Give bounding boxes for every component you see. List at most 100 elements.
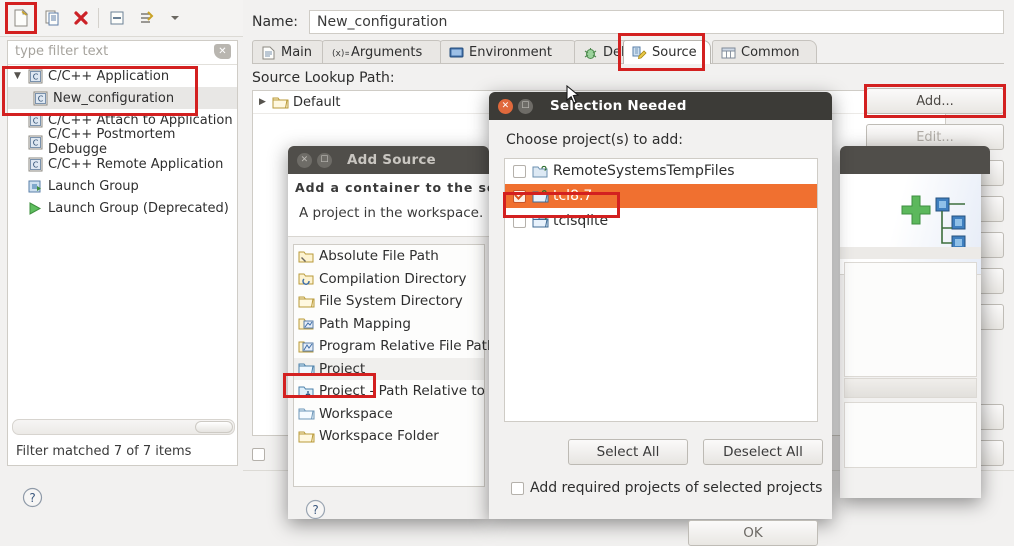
project-checkbox[interactable]: [513, 189, 526, 203]
tree-item-launch-group[interactable]: Launch Group: [8, 175, 237, 197]
tab-arguments[interactable]: (x)= Arguments: [322, 40, 445, 64]
arguments-tab-icon: (x)=: [331, 46, 352, 60]
svg-text:C: C: [38, 94, 44, 103]
chevron-down-icon[interactable]: ▼: [14, 71, 27, 81]
view-menu-icon[interactable]: [162, 5, 188, 31]
project-item-remotesystemstempfiles[interactable]: RemoteSystemsTempFiles: [505, 159, 817, 183]
configuration-tabs: Main (x)= Arguments Environment Debugger…: [252, 39, 1004, 64]
search-input[interactable]: type filter text: [15, 44, 108, 59]
workspace-folder-icon: [298, 429, 315, 444]
add-required-projects-checkbox[interactable]: [511, 481, 524, 495]
scrollbar-thumb[interactable]: [195, 421, 233, 433]
project-open-icon: [532, 189, 549, 204]
list-item-absolute-file-path[interactable]: Absolute File Path: [294, 245, 484, 268]
add-button[interactable]: Add...: [866, 88, 1004, 114]
tab-environment[interactable]: Environment: [440, 40, 579, 64]
project-open-icon: [532, 214, 549, 229]
collapse-all-icon[interactable]: [104, 5, 130, 31]
filter-row[interactable]: type filter text ✕: [8, 41, 237, 65]
new-launch-configuration-icon[interactable]: [8, 5, 34, 31]
project-path-relative-icon: [298, 384, 315, 399]
duplicate-icon[interactable]: [40, 5, 66, 31]
launch-group-icon: [27, 179, 44, 194]
list-item-workspace[interactable]: Workspace: [294, 403, 484, 426]
list-item-program-relative-file-path[interactable]: Program Relative File Path: [294, 335, 496, 358]
project-list: RemoteSystemsTempFiles tcl8.7 tclsqlite: [504, 158, 818, 422]
source-tab-icon: [632, 46, 647, 60]
project-item-tcl87[interactable]: tcl8.7: [505, 184, 817, 208]
program-relative-file-path-icon: [298, 339, 315, 354]
lookup-item-label: Default: [293, 94, 341, 110]
delete-icon[interactable]: [68, 5, 94, 31]
source-option-checkbox[interactable]: [252, 447, 265, 461]
tab-common[interactable]: Common: [712, 40, 817, 64]
list-item-label: Compilation Directory: [319, 270, 467, 287]
launch-configuration-panel: type filter text ✕ ▼ C C/C++ Application…: [0, 0, 243, 519]
tree-item-c-postmortem[interactable]: C C/C++ Postmortem Debugge: [8, 127, 237, 157]
tree-item-new-configuration[interactable]: C New_configuration: [8, 87, 237, 109]
deselect-all-button[interactable]: Deselect All: [703, 439, 823, 465]
list-item-project-path-relative[interactable]: Project - Path Relative to So: [294, 380, 506, 403]
project-closed-icon: [532, 164, 549, 179]
source-lookup-path-label: Source Lookup Path:: [252, 70, 395, 86]
configuration-name-input[interactable]: New_configuration: [309, 10, 1004, 34]
common-tab-icon: [721, 46, 736, 60]
choose-projects-label: Choose project(s) to add:: [506, 132, 683, 148]
tree-item-c-remote[interactable]: C C/C++ Remote Application: [8, 153, 237, 175]
tab-main[interactable]: Main: [252, 40, 327, 64]
add-source-description: A project in the workspace.: [299, 205, 484, 221]
list-item-label: Absolute File Path: [319, 248, 439, 265]
selection-needed-titlebar[interactable]: ✕ ☐ Selection Needed: [489, 92, 832, 120]
selection-needed-body: Choose project(s) to add: RemoteSystemsT…: [489, 120, 832, 546]
tab-label: Environment: [469, 45, 553, 60]
list-item-label: Program Relative File Path: [319, 338, 496, 355]
dialog-content-strip: [844, 378, 977, 398]
absolute-file-path-icon: [298, 249, 315, 264]
tree-item-label: C/C++ Attach to Application: [48, 112, 233, 128]
toolbar-separator: [98, 8, 99, 28]
tab-source[interactable]: Source: [623, 40, 711, 64]
add-source-title: Add Source: [347, 152, 436, 168]
main-tab-icon: [261, 46, 276, 60]
tab-label: Common: [741, 45, 800, 60]
filter-icon[interactable]: [134, 5, 160, 31]
list-item-workspace-folder[interactable]: Workspace Folder: [294, 425, 484, 448]
c-app-icon: C: [27, 135, 44, 150]
tree-item-label: C/C++ Remote Application: [48, 156, 224, 172]
tree-item-c-app[interactable]: ▼ C C/C++ Application: [8, 65, 237, 87]
tab-label: Main: [281, 45, 313, 60]
add-source-header: Add a container to the source A project …: [288, 174, 530, 237]
add-required-projects-label: Add required projects of selected projec…: [530, 480, 823, 496]
help-icon[interactable]: ?: [22, 487, 43, 508]
list-item-path-mapping[interactable]: Path Mapping: [294, 313, 484, 336]
list-item-compilation-directory[interactable]: Compilation Directory: [294, 268, 484, 291]
selection-needed-dialog: ✕ ☐ Selection Needed Choose project(s) t…: [489, 92, 832, 546]
list-item-label: Workspace Folder: [319, 428, 439, 445]
project-checkbox[interactable]: [513, 164, 526, 178]
tree-item-label: C/C++ Application: [48, 68, 170, 84]
help-icon[interactable]: ?: [305, 499, 326, 520]
maximize-icon[interactable]: ☐: [317, 152, 332, 168]
list-item-project[interactable]: Project: [294, 357, 484, 380]
background-dialog-body: [840, 174, 981, 498]
list-item-label: Project: [319, 360, 366, 377]
maximize-icon[interactable]: ☐: [518, 98, 533, 114]
tab-label: Source: [652, 45, 697, 60]
clear-filter-icon[interactable]: ✕: [214, 44, 231, 59]
project-item-tclsqlite[interactable]: tclsqlite: [505, 209, 817, 233]
list-item-file-system-directory[interactable]: File System Directory: [294, 290, 484, 313]
ok-button[interactable]: OK: [688, 520, 818, 546]
tree-item-launch-group-deprecated[interactable]: Launch Group (Deprecated): [8, 197, 237, 219]
project-checkbox[interactable]: [513, 214, 526, 228]
svg-text:(x)=: (x)=: [332, 49, 349, 59]
select-all-button[interactable]: Select All: [568, 439, 688, 465]
add-source-titlebar[interactable]: ✕ ☐ Add Source: [288, 146, 489, 174]
close-icon[interactable]: ✕: [297, 152, 312, 168]
c-app-icon: C: [27, 113, 44, 128]
chevron-right-icon[interactable]: ▶: [259, 97, 272, 107]
left-toolbar: [0, 0, 243, 37]
add-required-projects-row[interactable]: Add required projects of selected projec…: [511, 480, 822, 496]
horizontal-scrollbar[interactable]: [12, 419, 235, 435]
close-icon[interactable]: ✕: [498, 98, 513, 114]
dialog-content-area: [844, 262, 977, 377]
